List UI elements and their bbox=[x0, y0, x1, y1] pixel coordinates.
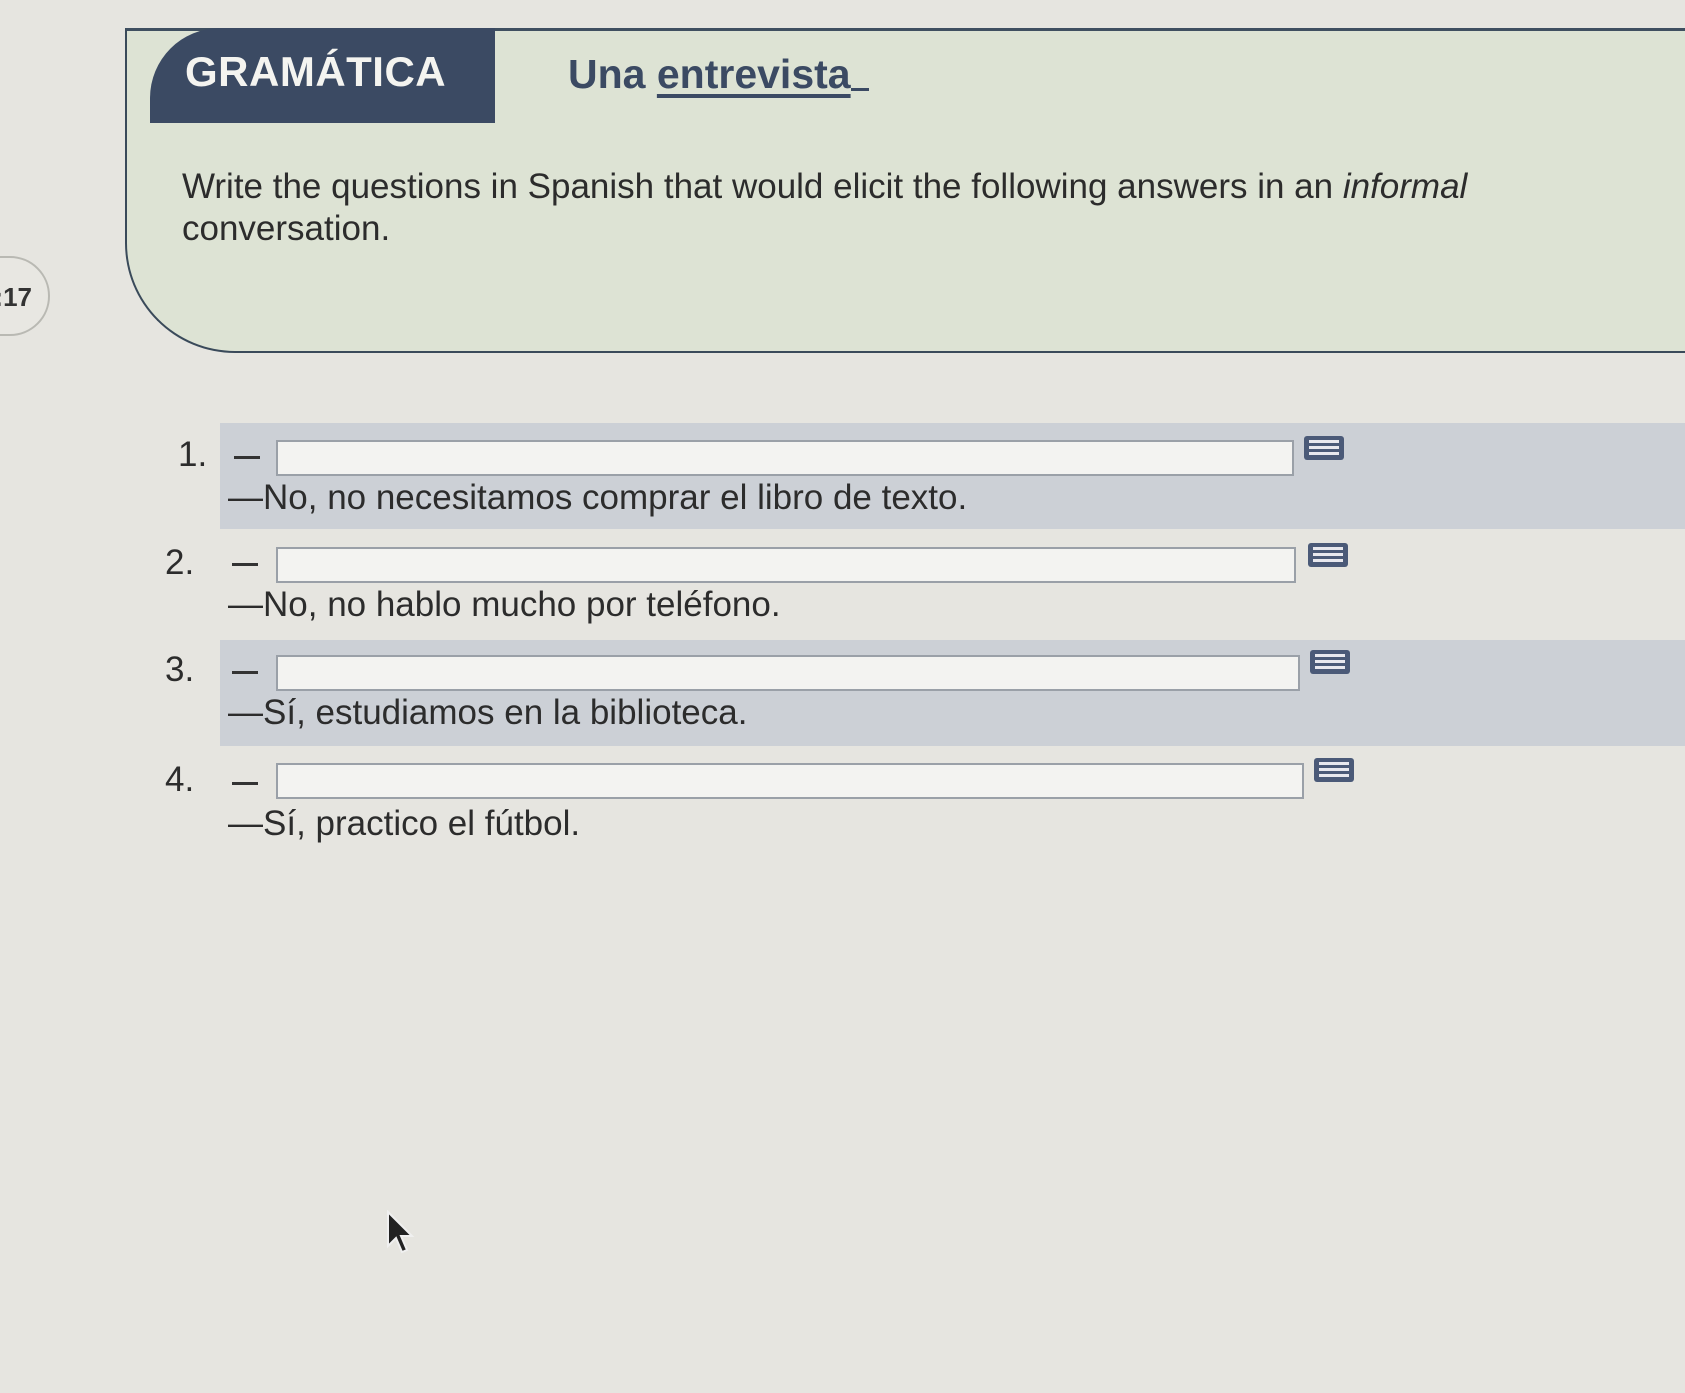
timer-badge: :17 bbox=[0, 256, 50, 336]
question-number: 1. bbox=[178, 435, 208, 474]
question-number: 4. bbox=[165, 760, 195, 799]
instructions-italic: informal bbox=[1342, 167, 1468, 206]
answer-text: —No, no hablo mucho por teléfono. bbox=[228, 585, 781, 624]
keyboard-icon[interactable] bbox=[1314, 758, 1354, 782]
topic-prefix: Una bbox=[568, 51, 646, 97]
question-input-4[interactable] bbox=[276, 763, 1304, 799]
question-input-2[interactable] bbox=[276, 547, 1296, 583]
answer-text: —Sí, practico el fútbol. bbox=[228, 804, 581, 843]
topic-title: Una entrevista bbox=[568, 50, 869, 98]
question-number: 2. bbox=[165, 543, 195, 582]
instructions-text: Write the questions in Spanish that woul… bbox=[182, 167, 1343, 206]
answer-text: —No, no necesitamos comprar el libro de … bbox=[228, 478, 968, 517]
topic-underline bbox=[850, 50, 869, 91]
question-dash bbox=[234, 456, 260, 459]
question-dash bbox=[232, 671, 258, 674]
timer-text: :17 bbox=[0, 282, 32, 312]
section-label: GRAMÁTICA bbox=[185, 48, 447, 95]
section-tab: GRAMÁTICA bbox=[150, 28, 495, 123]
instructions-text-end: conversation. bbox=[182, 209, 391, 248]
question-input-3[interactable] bbox=[276, 655, 1300, 691]
mouse-pointer-icon bbox=[387, 1210, 415, 1254]
keyboard-icon[interactable] bbox=[1304, 436, 1344, 460]
question-dash bbox=[232, 563, 258, 566]
instructions: Write the questions in Spanish that woul… bbox=[182, 166, 1632, 250]
answer-text: —Sí, estudiamos en la biblioteca. bbox=[228, 693, 748, 732]
keyboard-icon[interactable] bbox=[1308, 543, 1348, 567]
question-input-1[interactable] bbox=[276, 440, 1294, 476]
topic-link[interactable]: entrevista bbox=[657, 51, 851, 97]
keyboard-icon[interactable] bbox=[1310, 650, 1350, 674]
question-number: 3. bbox=[165, 650, 195, 689]
question-dash bbox=[232, 782, 258, 785]
